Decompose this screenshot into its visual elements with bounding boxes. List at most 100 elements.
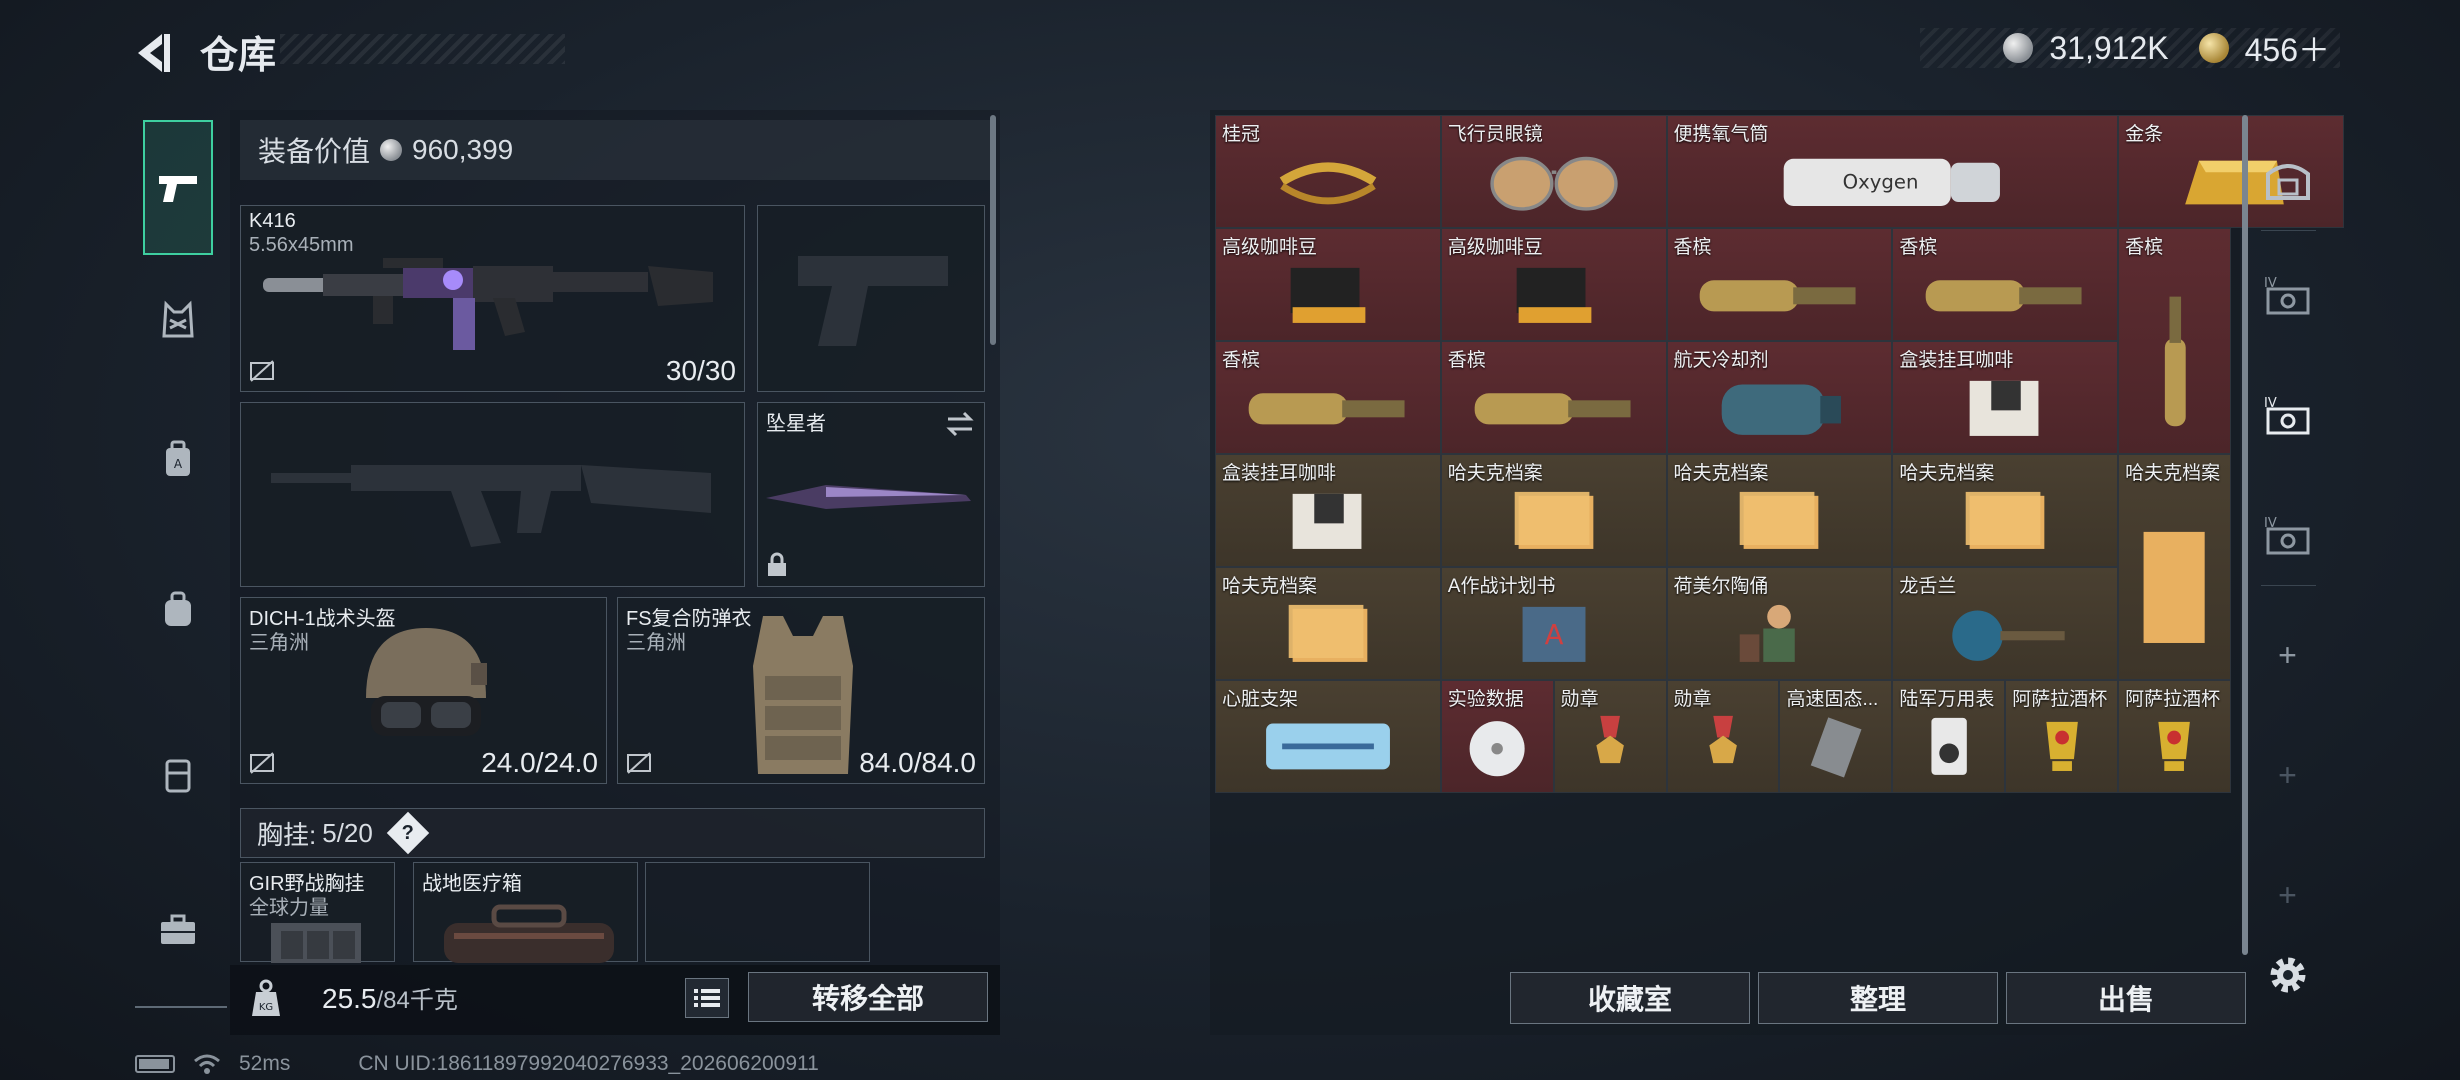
stash-item[interactable]: 哈夫克档案	[2118, 454, 2231, 680]
helmet-durability: 24.0/24.0	[481, 747, 598, 778]
medical-kit-item[interactable]: 战地医疗箱	[413, 862, 638, 963]
stash-item[interactable]: 哈夫克档案	[1440, 454, 1667, 567]
sell-button[interactable]: 出售	[2006, 972, 2246, 1024]
melee-name: 坠星者	[766, 413, 826, 435]
silver-currency-amount: 31,912K	[2049, 29, 2169, 66]
stash-grid: 桂冠 飞行员眼镜 Oxygen 便携氧气筒 金条 高级咖啡豆 高级咖啡豆 香槟 香槟 香槟 香槟 香槟…	[1215, 115, 2344, 793]
currency-bar: 31,912K 456＋	[1920, 28, 2340, 68]
equipment-value: 960,399	[412, 134, 514, 165]
locked-stash-page[interactable]: +	[2255, 735, 2320, 815]
file-item-image	[1920, 486, 2090, 555]
stash-item[interactable]: A A作战计划书	[1440, 567, 1667, 680]
champagne-item-image	[1469, 373, 1639, 442]
coffeebox-item-image	[1243, 486, 1413, 555]
stash-item[interactable]: 盒装挂耳咖啡	[1215, 454, 1441, 567]
coolant-item-image	[1694, 373, 1864, 442]
armor-slot[interactable]: FS复合防弹衣 三角洲 84.0/84.0	[617, 597, 985, 784]
weight-icon: KG	[252, 979, 280, 1016]
stash-tab-iv-1[interactable]: IV	[2255, 255, 2320, 335]
helmet-slot[interactable]: DICH-1战术头盔 三角洲 24.0/24.0	[240, 597, 607, 784]
stash-item-name: 哈夫克档案	[1222, 576, 1318, 597]
stash-item[interactable]: 勋章	[1553, 680, 1667, 793]
chest-rig-item[interactable]: GIR野战胸挂 全球力量	[240, 862, 395, 963]
stash-item[interactable]: 陆军万用表	[1892, 680, 2006, 793]
vest-icon	[162, 300, 194, 338]
file-v-item-image	[2132, 518, 2216, 657]
organize-button[interactable]: 整理	[1758, 972, 1998, 1024]
left-category-nav: A	[135, 110, 227, 1008]
primary-weapon-slot[interactable]: K416 5.56x45mm 30/30	[240, 205, 745, 392]
stash-item[interactable]: 实验数据	[1440, 680, 1554, 793]
stash-item[interactable]: 航天冷却剂	[1666, 341, 1893, 454]
stash-item[interactable]: 香槟	[1892, 228, 2119, 341]
stash-item[interactable]: 龙舌兰	[1892, 567, 2119, 680]
nav-vest[interactable]	[143, 275, 213, 365]
secondary-weapon-slot[interactable]	[240, 402, 745, 587]
nav-safebox[interactable]	[143, 730, 213, 820]
medal-item-image	[1681, 712, 1765, 781]
stash-item[interactable]: 香槟	[1215, 341, 1441, 454]
stash-tab-iv-3[interactable]: IV	[2255, 495, 2320, 575]
expansion-case-icon: IV	[2264, 516, 2309, 555]
stash-item[interactable]: Oxygen 便携氧气筒	[1666, 115, 2119, 228]
swap-icon[interactable]	[944, 411, 976, 437]
case-icon	[165, 759, 191, 793]
equipment-scrollbar[interactable]	[990, 115, 996, 345]
stash-item[interactable]: 心脏支架	[1215, 680, 1441, 793]
stash-item[interactable]: 飞行员眼镜	[1440, 115, 1667, 228]
nav-backpack-a[interactable]: A	[143, 415, 213, 505]
stash-item[interactable]: 香槟	[1440, 341, 1667, 454]
settings-button[interactable]	[2263, 950, 2313, 1000]
help-mark: ?	[401, 821, 414, 844]
armor-durability: 84.0/84.0	[859, 747, 976, 778]
locked-stash-page[interactable]: +	[2255, 855, 2320, 935]
stash-tab-main[interactable]	[2255, 140, 2320, 220]
stash-item[interactable]: 哈夫克档案	[1666, 454, 1893, 567]
back-arrow-icon	[138, 34, 170, 72]
stash-item[interactable]: 香槟	[1666, 228, 1893, 341]
stash-item[interactable]: 阿萨拉酒杯	[2118, 680, 2231, 793]
help-icon[interactable]: ?	[386, 811, 430, 855]
stash-item-name: 实验数据	[1447, 689, 1524, 710]
coffeebox-item-image	[1920, 373, 2090, 442]
rifle-placeholder-image	[271, 465, 711, 547]
stash-item-name: 盒装挂耳咖啡	[1899, 350, 2014, 371]
stash-scrollbar[interactable]	[2242, 115, 2248, 955]
stash-item[interactable]: 勋章	[1666, 680, 1780, 793]
empty-slot[interactable]	[645, 862, 870, 962]
nav-toolbox[interactable]	[143, 885, 213, 975]
stash-item[interactable]: 阿萨拉酒杯	[2005, 680, 2119, 793]
ping-value: 52ms	[239, 1052, 291, 1075]
stash-item[interactable]: 盒装挂耳咖啡	[1892, 341, 2119, 454]
gold-currency-amount[interactable]: 456＋	[2245, 25, 2330, 71]
collection-room-button[interactable]: 收藏室	[1510, 972, 1750, 1024]
nav-backpack[interactable]	[143, 565, 213, 655]
stash-item-name: 哈夫克档案	[1673, 463, 1769, 484]
stash-item[interactable]: 桂冠	[1215, 115, 1441, 228]
stash-item[interactable]: 荷美尔陶俑	[1666, 567, 1893, 680]
back-button[interactable]	[130, 28, 180, 78]
transfer-all-button[interactable]: 转移全部	[748, 972, 988, 1022]
stash-tab-iv-2[interactable]: IV	[2255, 375, 2320, 455]
stash-item[interactable]: 哈夫克档案	[1892, 454, 2119, 567]
stash-item-name: 香槟	[1899, 237, 1938, 258]
stash-item-name: 勋章	[1560, 689, 1599, 710]
stash-item[interactable]: 高级咖啡豆	[1215, 228, 1441, 341]
melee-slot[interactable]: 坠星者	[757, 402, 985, 587]
nav-weapons[interactable]	[143, 120, 213, 255]
battery-icon	[135, 1055, 175, 1073]
unbound-icon	[250, 360, 274, 382]
stash-item[interactable]: 高级咖啡豆	[1440, 228, 1667, 341]
stash-item[interactable]: 哈夫克档案	[1215, 567, 1441, 680]
stash-item-name: 飞行员眼镜	[1447, 124, 1543, 145]
plan-item-image: A	[1469, 599, 1639, 668]
bag-icon	[165, 591, 191, 626]
add-stash-page-button[interactable]: +	[2255, 615, 2320, 695]
list-view-button[interactable]	[685, 978, 729, 1018]
page-title: 仓库	[200, 35, 277, 77]
champagne-item-image	[1920, 260, 2090, 329]
pistol-slot[interactable]	[757, 205, 985, 392]
stash-item[interactable]: 高速固态...	[1779, 680, 1893, 793]
stash-item[interactable]: 香槟	[2118, 228, 2231, 454]
device-status-bar: 52ms CN UID:18611897992040276933_2026062…	[135, 1052, 819, 1076]
